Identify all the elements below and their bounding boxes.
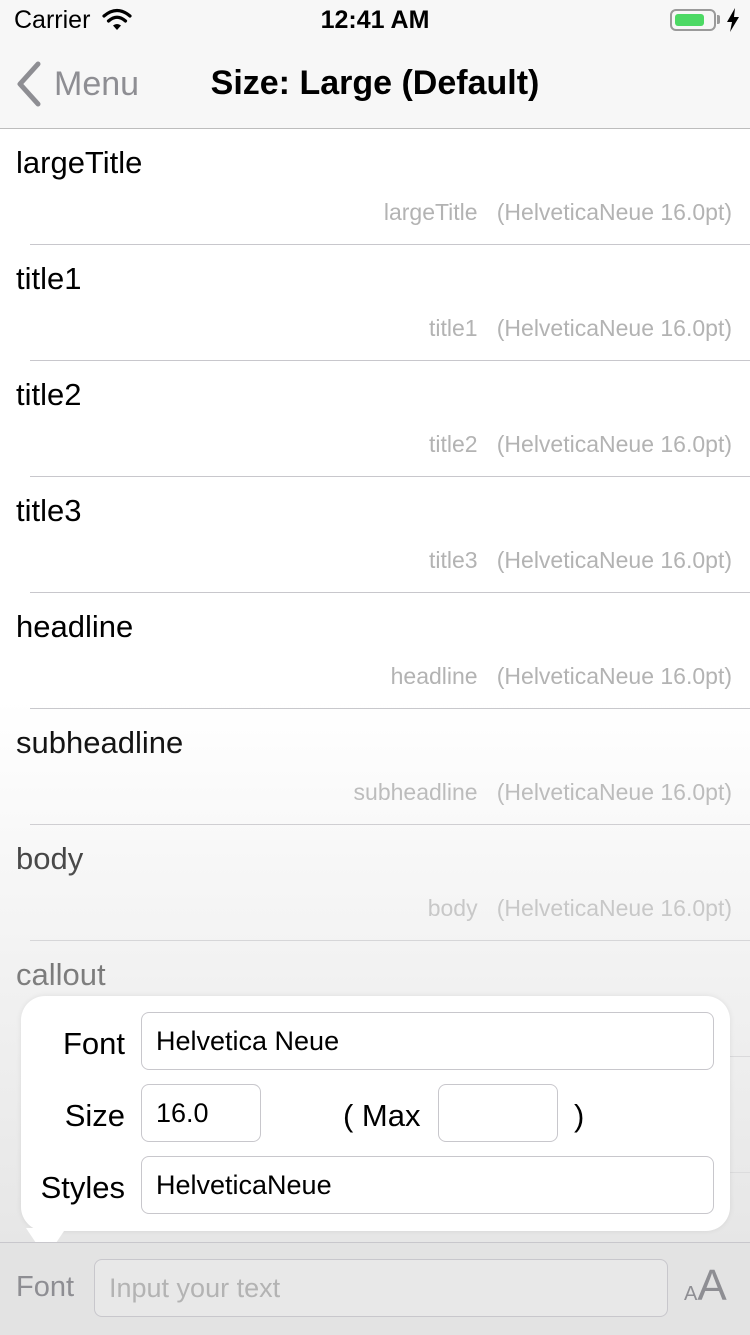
- font-styles-field[interactable]: HelveticaNeue: [141, 1156, 714, 1214]
- text-size-large-icon: A: [697, 1261, 727, 1310]
- navigation-bar: Menu Size: Large (Default): [0, 40, 750, 129]
- text-size-button[interactable]: AA: [684, 1261, 727, 1311]
- list-item-title: subheadline: [16, 725, 184, 760]
- list-item-detail: subheadline (HelveticaNeue 16.0pt): [353, 779, 732, 805]
- status-bar: Carrier 12:41 AM: [0, 0, 750, 40]
- list-item[interactable]: largeTitle largeTitle (HelveticaNeue 16.…: [16, 129, 750, 245]
- list-item-detail: largeTitle (HelveticaNeue 16.0pt): [383, 199, 732, 225]
- status-time: 12:41 AM: [320, 6, 430, 34]
- list-item[interactable]: body body (HelveticaNeue 16.0pt): [16, 825, 750, 941]
- list-item[interactable]: headline headline (HelveticaNeue 16.0pt): [16, 593, 750, 709]
- charging-bolt-icon: [727, 8, 739, 32]
- list-item-detail: headline (HelveticaNeue 16.0pt): [390, 663, 732, 689]
- list-item-title: title2: [16, 377, 82, 412]
- font-size-field[interactable]: 16.0: [141, 1084, 261, 1142]
- font-label: Font: [62, 1026, 125, 1061]
- list-item-title: title3: [16, 493, 82, 528]
- battery-level: [675, 14, 704, 26]
- list-item-detail: body (HelveticaNeue 16.0pt): [427, 895, 732, 921]
- list-item[interactable]: title3 title3 (HelveticaNeue 16.0pt): [16, 477, 750, 593]
- list-item-detail: title2 (HelveticaNeue 16.0pt): [429, 431, 732, 457]
- page-title: Size: Large (Default): [210, 64, 540, 102]
- battery-cap: [717, 15, 720, 24]
- text-size-small-icon: A: [684, 1283, 698, 1305]
- list-item[interactable]: subheadline subheadline (HelveticaNeue 1…: [16, 709, 750, 825]
- battery-icon: [670, 9, 716, 31]
- list-item[interactable]: title2 title2 (HelveticaNeue 16.0pt): [16, 361, 750, 477]
- max-label: ( Max: [343, 1098, 421, 1133]
- font-toggle-button[interactable]: Font: [16, 1271, 74, 1304]
- list-item-title: body: [16, 841, 84, 876]
- list-item-title: callout: [16, 957, 106, 992]
- font-settings-popover: Font Helvetica Neue Size 16.0 ( Max ) St…: [21, 996, 730, 1231]
- list-item-detail: title3 (HelveticaNeue 16.0pt): [429, 547, 732, 573]
- list-item-title: largeTitle: [16, 145, 143, 180]
- size-label: Size: [64, 1098, 125, 1133]
- font-name-field[interactable]: Helvetica Neue: [141, 1012, 714, 1070]
- bottom-toolbar: Font Input your text AA: [0, 1242, 750, 1335]
- list-item-title: title1: [16, 261, 82, 296]
- list-item-detail: title1 (HelveticaNeue 16.0pt): [429, 315, 732, 341]
- styles-label: Styles: [40, 1170, 125, 1205]
- text-input[interactable]: Input your text: [94, 1259, 668, 1317]
- max-close-paren: ): [574, 1098, 585, 1133]
- list-item[interactable]: title1 title1 (HelveticaNeue 16.0pt): [16, 245, 750, 361]
- max-size-field[interactable]: [438, 1084, 558, 1142]
- list-item-title: headline: [16, 609, 134, 644]
